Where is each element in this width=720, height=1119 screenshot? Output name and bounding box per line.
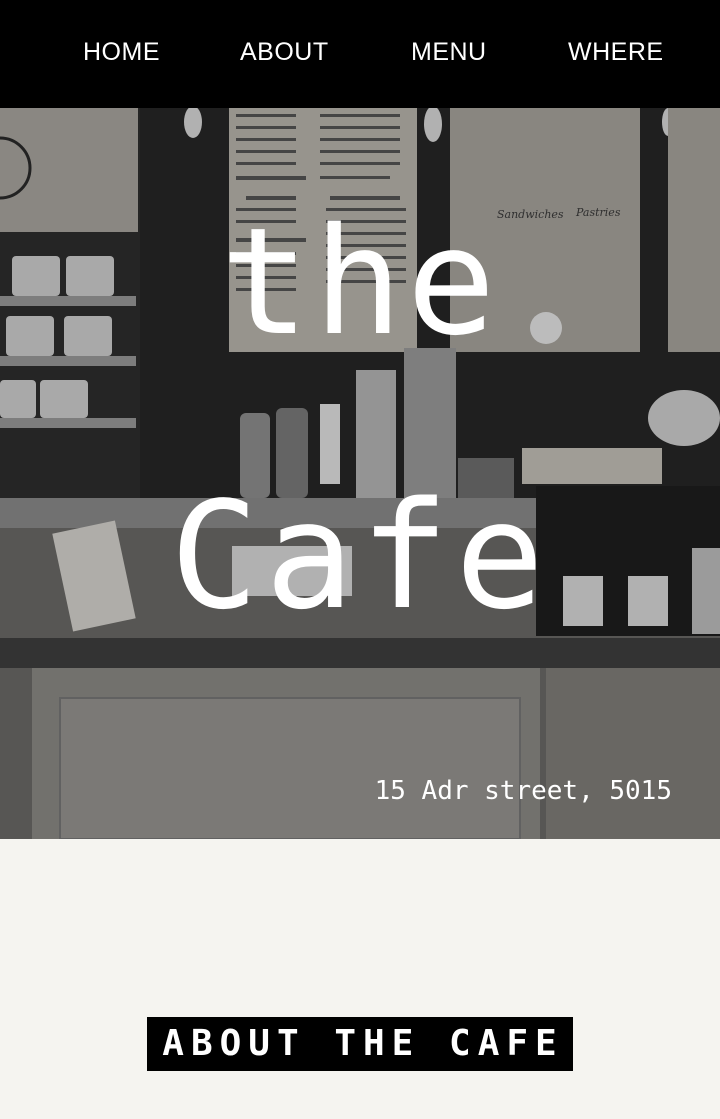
- top-navigation: HOME ABOUT MENU WHERE: [0, 0, 720, 108]
- hero-title-cafe: Cafe: [169, 470, 551, 642]
- hero-address: 15 Adr street, 5015: [374, 776, 672, 806]
- about-heading: ABOUT THE CAFE: [147, 1016, 573, 1071]
- nav-about-link[interactable]: ABOUT: [240, 38, 329, 67]
- nav-where-link[interactable]: WHERE: [568, 38, 664, 67]
- hero-banner: Sandwiches Pastries the Cafe 15 Adr stre…: [0, 108, 720, 839]
- nav-home-link[interactable]: HOME: [83, 38, 160, 67]
- hero-title-the: the: [220, 196, 500, 368]
- nav-menu-link[interactable]: MENU: [411, 38, 487, 67]
- about-section: ABOUT THE CAFE: [0, 839, 720, 1119]
